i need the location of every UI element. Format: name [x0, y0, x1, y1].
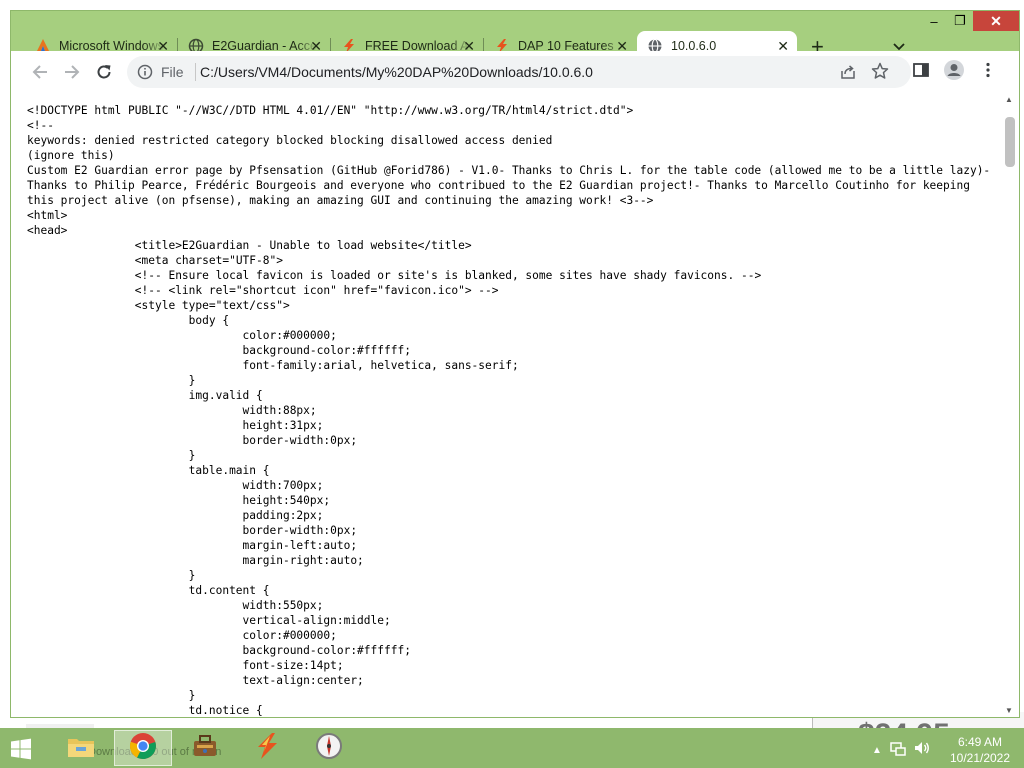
source-line: keywords: denied restricted category blo… — [27, 134, 553, 147]
desktop: $24.95 – ❐ ✕ Microsoft Windows ✕ E2Guard… — [0, 0, 1024, 768]
source-line: body { — [27, 314, 230, 327]
source-line: } — [27, 569, 196, 582]
volume-icon[interactable] — [914, 740, 930, 761]
source-line: width:88px; — [27, 404, 317, 417]
source-line: <!-- Ensure local favicon is loaded or s… — [27, 269, 762, 282]
source-line: <!DOCTYPE html PUBLIC "-//W3C//DTD HTML … — [27, 104, 634, 117]
source-line: } — [27, 449, 196, 462]
source-line: background-color:#ffffff; — [27, 644, 411, 657]
back-arrow-icon — [32, 65, 47, 79]
source-line: background-color:#ffffff; — [27, 344, 411, 357]
source-line: border-width:0px; — [27, 524, 358, 537]
source-line: } — [27, 374, 196, 387]
clock-date: 10/21/2022 — [949, 751, 1011, 765]
source-line: <meta charset="UTF-8"> — [27, 254, 283, 267]
show-hidden-icons-chevron-icon[interactable]: ▲ — [872, 745, 882, 756]
source-line: color:#000000; — [27, 329, 337, 342]
taskbar-download-accelerator[interactable] — [238, 730, 296, 766]
page-source-text: <!DOCTYPE html PUBLIC "-//W3C//DTD HTML … — [27, 103, 991, 717]
scrollbar-thumb[interactable] — [1005, 117, 1015, 167]
vertical-scrollbar[interactable]: ▲ ▼ — [1001, 93, 1019, 717]
source-line: color:#000000; — [27, 629, 337, 642]
source-line: td.notice { — [27, 704, 263, 717]
source-line: Custom E2 Guardian error page by Pfsensa… — [27, 164, 997, 207]
source-line: <!-- — [27, 119, 54, 132]
page-viewport: <!DOCTYPE html PUBLIC "-//W3C//DTD HTML … — [11, 93, 1019, 717]
source-line: vertical-align:middle; — [27, 614, 391, 627]
back-button[interactable] — [29, 61, 51, 83]
compass-icon — [315, 732, 343, 765]
source-line: margin-left:auto; — [27, 539, 358, 552]
source-line: table.main { — [27, 464, 270, 477]
taskbar: Downloaded 0 out of movin ▲ 6:49 AM 10/2… — [0, 728, 1024, 768]
source-line: } — [27, 689, 196, 702]
source-line: (ignore this) — [27, 149, 115, 162]
source-line: <html> — [27, 209, 68, 222]
dap-icon — [252, 732, 282, 765]
source-line: td.content { — [27, 584, 270, 597]
system-tray: ▲ — [872, 740, 930, 761]
toolbox-icon — [191, 733, 219, 764]
windows-start-icon[interactable] — [10, 738, 32, 765]
share-icon[interactable] — [839, 63, 857, 86]
address-bar[interactable]: File C:/Users/VM4/Documents/My%20DAP%20D… — [127, 56, 911, 88]
source-line: padding:2px; — [27, 509, 324, 522]
browser-window: – ❐ ✕ Microsoft Windows ✕ E2Guardian - A… — [10, 10, 1020, 718]
taskbar-clock[interactable]: 6:49 AM 10/21/2022 — [944, 734, 1016, 766]
chrome-icon — [129, 732, 157, 765]
forward-arrow-icon — [65, 65, 80, 79]
scroll-up-arrow-icon[interactable]: ▲ — [1005, 95, 1013, 104]
source-line: width:700px; — [27, 479, 324, 492]
url-text[interactable]: C:/Users/VM4/Documents/My%20DAP%20Downlo… — [200, 64, 593, 80]
folder-icon — [66, 733, 96, 764]
network-icon[interactable] — [890, 740, 906, 761]
source-line: margin-right:auto; — [27, 554, 364, 567]
clock-time: 6:49 AM — [957, 735, 1003, 749]
omnibox-divider — [195, 63, 196, 81]
forward-button[interactable] — [61, 61, 83, 83]
taskbar-file-explorer[interactable] — [52, 730, 110, 766]
reload-icon — [97, 65, 111, 79]
taskbar-app-manager[interactable] — [176, 730, 234, 766]
reload-button[interactable] — [93, 61, 115, 83]
taskbar-network-tool[interactable] — [300, 730, 358, 766]
bookmark-star-icon[interactable] — [871, 62, 889, 85]
info-icon[interactable] — [137, 64, 153, 85]
taskbar-chrome[interactable] — [114, 730, 172, 766]
source-line: <head> — [27, 224, 68, 237]
scroll-down-arrow-icon[interactable]: ▼ — [1005, 706, 1013, 715]
source-line: <style type="text/css"> — [27, 299, 290, 312]
source-line: height:31px; — [27, 419, 324, 432]
browser-toolbar: File C:/Users/VM4/Documents/My%20DAP%20D… — [11, 51, 1019, 93]
url-scheme-label: File — [161, 64, 184, 80]
source-line: border-width:0px; — [27, 434, 358, 447]
source-line: width:550px; — [27, 599, 324, 612]
menu-kebab-icon[interactable] — [979, 61, 997, 84]
source-line: text-align:center; — [27, 674, 364, 687]
source-line: font-size:14pt; — [27, 659, 344, 672]
source-line: <!-- <link rel="shortcut icon" href="fav… — [27, 284, 499, 297]
source-line: <title>E2Guardian - Unable to load websi… — [27, 239, 472, 252]
source-line: font-family:arial, helvetica, sans-serif… — [27, 359, 519, 372]
profile-avatar-icon[interactable] — [943, 59, 965, 86]
source-line: img.valid { — [27, 389, 263, 402]
source-line: height:540px; — [27, 494, 331, 507]
side-panel-icon[interactable] — [912, 61, 930, 84]
